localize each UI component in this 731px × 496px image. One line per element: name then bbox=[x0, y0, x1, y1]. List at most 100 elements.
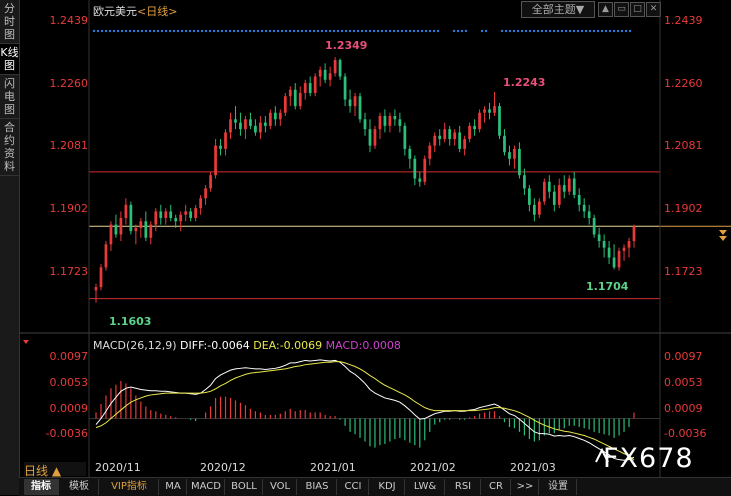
candle-body bbox=[308, 83, 312, 93]
tab-macd[interactable]: MACD bbox=[188, 479, 225, 495]
candle-body bbox=[194, 208, 197, 218]
candle-body bbox=[254, 125, 257, 133]
candle-body bbox=[627, 241, 631, 248]
theme-dropdown[interactable]: 全部主题▼ bbox=[521, 1, 595, 18]
signal-dot bbox=[424, 29, 428, 33]
signal-dot bbox=[504, 29, 508, 33]
price-tick-right: 1.1723 bbox=[664, 265, 703, 278]
candle-body bbox=[493, 106, 496, 113]
candle-body bbox=[358, 96, 362, 120]
sidebar-item-timeshare[interactable]: 分时图 bbox=[0, 0, 19, 44]
close-icon[interactable]: ✕ bbox=[646, 2, 661, 17]
candle-body bbox=[353, 96, 357, 107]
candle-body bbox=[622, 247, 626, 251]
signal-dot bbox=[340, 29, 344, 33]
signal-dot bbox=[512, 29, 516, 33]
candle-body bbox=[398, 119, 402, 126]
sidebar-item-contract-info[interactable]: 合约资料 bbox=[0, 119, 19, 176]
candle-body bbox=[154, 211, 158, 225]
signal-dot bbox=[400, 29, 404, 33]
signal-dot bbox=[220, 29, 224, 33]
period-selector[interactable]: 日线 ▲ bbox=[24, 462, 86, 478]
tab-rsi[interactable]: RSI bbox=[446, 479, 481, 495]
tab-vip-indicators[interactable]: VIP指标 bbox=[100, 479, 159, 495]
sidebar-item-flash[interactable]: 闪电图 bbox=[0, 75, 19, 119]
price-tick-right: 1.1902 bbox=[664, 202, 703, 215]
candle-body bbox=[149, 224, 153, 238]
signal-dot bbox=[140, 29, 144, 33]
signal-dot bbox=[508, 29, 512, 33]
last-price-marker-icon bbox=[719, 236, 727, 241]
signal-dot bbox=[620, 29, 624, 33]
signal-dot bbox=[320, 29, 324, 33]
high-annotation: 1.2243 bbox=[503, 76, 546, 89]
signal-dot bbox=[196, 29, 200, 33]
candle-body bbox=[338, 60, 342, 77]
candle-body bbox=[94, 287, 98, 291]
candle-body bbox=[264, 122, 267, 126]
sidebar-item-kline[interactable]: K线图 bbox=[0, 44, 19, 75]
signal-dot bbox=[336, 29, 340, 33]
candle-body bbox=[129, 204, 133, 232]
signal-dot bbox=[104, 29, 108, 33]
tab-vol[interactable]: VOL bbox=[264, 479, 297, 495]
candle-body bbox=[393, 116, 397, 120]
candle-body bbox=[164, 211, 168, 218]
candle-body bbox=[109, 224, 113, 245]
signal-dot bbox=[232, 29, 236, 33]
signal-dot bbox=[280, 29, 284, 33]
indicator-collapse-icon[interactable] bbox=[23, 340, 29, 344]
tab-more[interactable]: >> bbox=[512, 479, 539, 495]
price-tick-right: 1.2260 bbox=[664, 77, 703, 90]
tab-bias[interactable]: BIAS bbox=[298, 479, 337, 495]
signal-dot bbox=[292, 29, 296, 33]
price-tick-right: 1.2081 bbox=[664, 139, 703, 152]
macd-tick-left: 0.0009 bbox=[49, 402, 89, 415]
signal-dot bbox=[184, 29, 188, 33]
signal-dot bbox=[536, 29, 540, 33]
signal-dot bbox=[152, 29, 156, 33]
candle-body bbox=[124, 204, 128, 218]
chevron-up-icon[interactable]: ▲ bbox=[598, 2, 613, 17]
candle-body bbox=[229, 119, 232, 133]
candle-body bbox=[343, 76, 347, 100]
candle-body bbox=[114, 224, 118, 235]
macd-dea-value: DEA:-0.0069 bbox=[253, 339, 323, 352]
signal-dot bbox=[116, 29, 120, 33]
tab-settings[interactable]: 设置 bbox=[540, 479, 577, 495]
candle-body bbox=[159, 211, 163, 218]
candle-body bbox=[348, 99, 352, 107]
tab-template[interactable]: 模板 bbox=[60, 479, 99, 495]
signal-dot bbox=[224, 29, 228, 33]
signal-dot bbox=[324, 29, 328, 33]
signal-dot bbox=[528, 29, 532, 33]
tab-kdj[interactable]: KDJ bbox=[370, 479, 405, 495]
signal-dot bbox=[428, 29, 432, 33]
signal-dot bbox=[272, 29, 276, 33]
candle-body bbox=[523, 175, 526, 189]
restore-icon[interactable]: ▭ bbox=[614, 2, 629, 17]
period-label: <日线> bbox=[137, 5, 178, 18]
signal-dot bbox=[360, 29, 364, 33]
candle-body bbox=[602, 241, 606, 248]
maximize-icon[interactable]: □ bbox=[630, 2, 645, 17]
tab-boll[interactable]: BOLL bbox=[226, 479, 263, 495]
candle-body bbox=[323, 69, 327, 80]
tab-lwr[interactable]: LW& bbox=[406, 479, 445, 495]
candle-body bbox=[582, 204, 586, 212]
candle-body bbox=[458, 132, 462, 149]
tab-cci[interactable]: CCI bbox=[338, 479, 369, 495]
candle-body bbox=[388, 116, 392, 126]
signal-dot bbox=[592, 29, 596, 33]
candle-body bbox=[428, 145, 432, 159]
signal-dot bbox=[120, 29, 124, 33]
date-label: 2020/12 bbox=[200, 461, 246, 474]
candle-body bbox=[547, 181, 551, 192]
signal-dot bbox=[552, 29, 556, 33]
signal-dot bbox=[156, 29, 160, 33]
tab-ma[interactable]: MA bbox=[160, 479, 187, 495]
signal-dot bbox=[144, 29, 148, 33]
tab-indicators[interactable]: 指标 bbox=[24, 479, 59, 495]
candle-body bbox=[139, 221, 143, 228]
tab-cr[interactable]: CR bbox=[482, 479, 511, 495]
